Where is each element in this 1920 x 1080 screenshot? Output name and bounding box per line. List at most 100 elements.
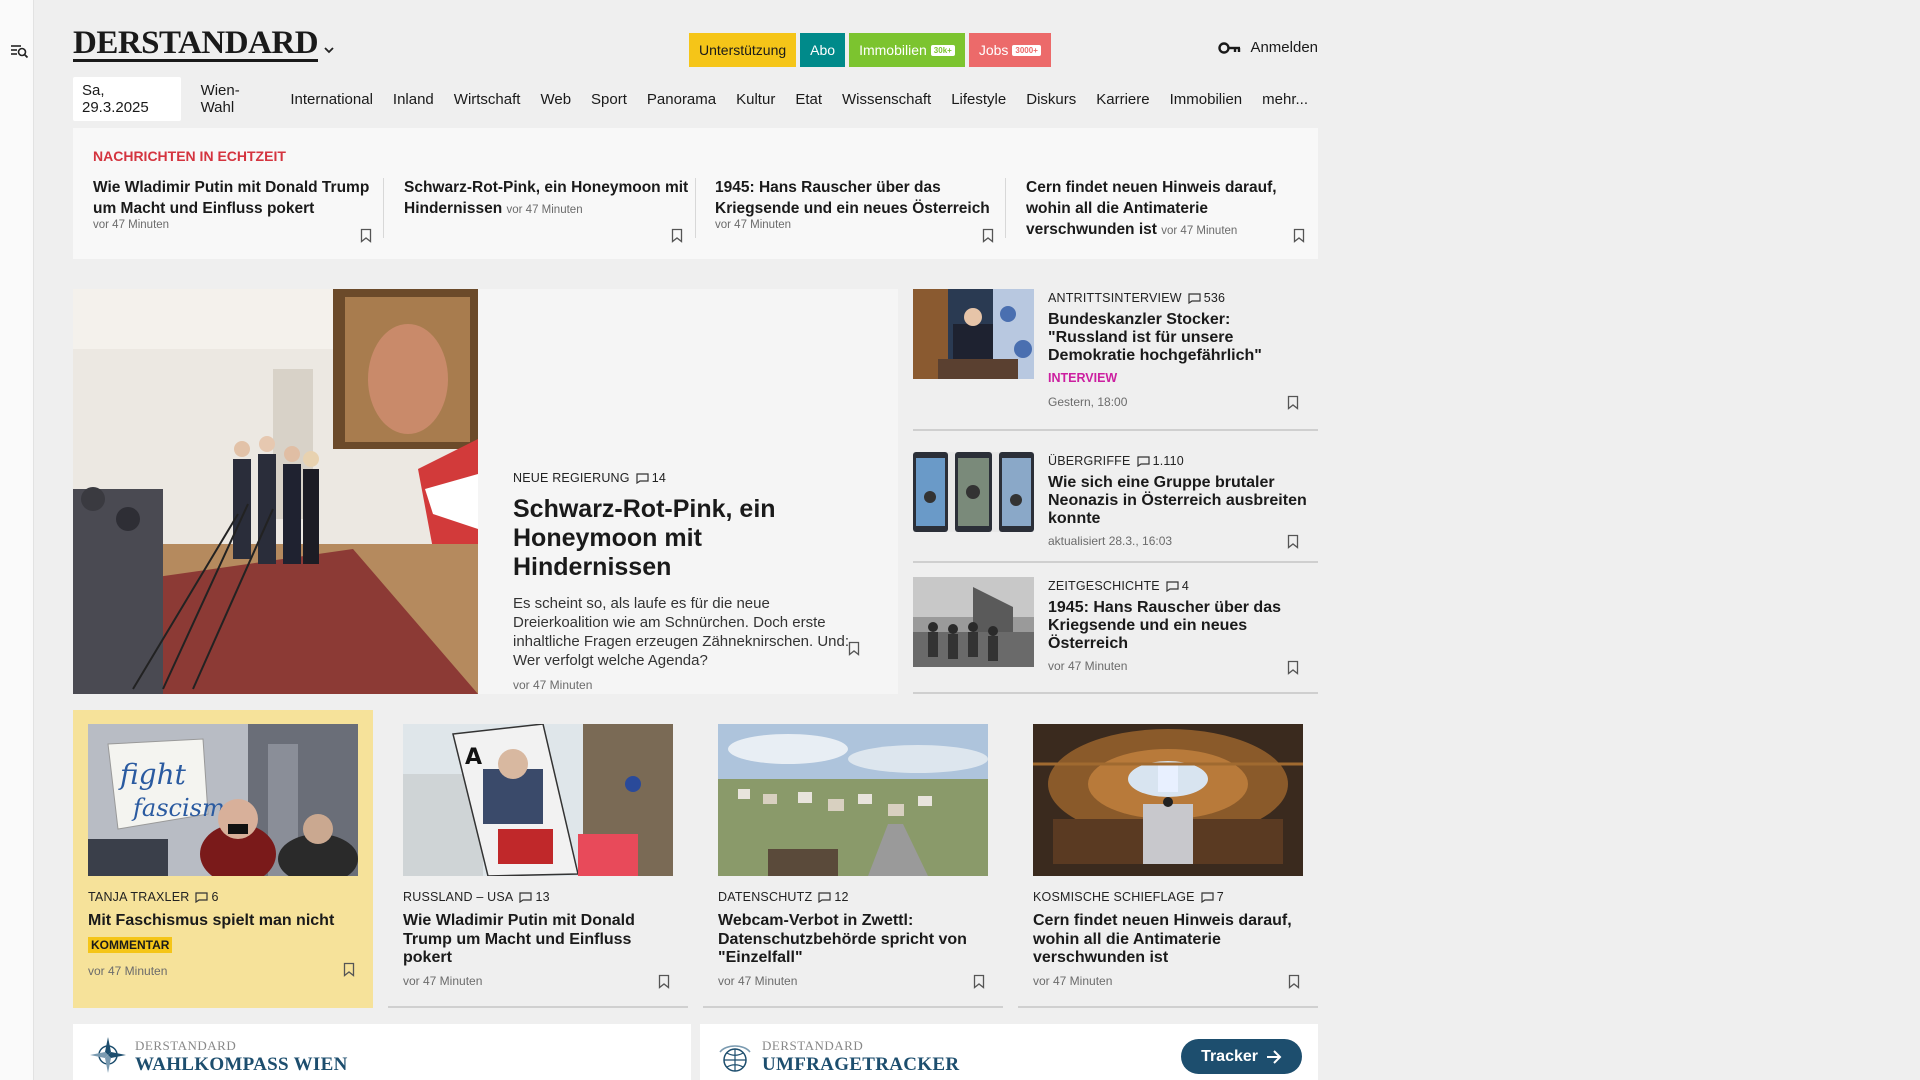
side-article[interactable]: ANTRITTSINTERVIEW 536 Bundeskanzler Stoc… [913, 289, 1318, 429]
bookmark-icon[interactable] [1288, 974, 1300, 989]
nav-item-panorama[interactable]: Panorama [637, 91, 726, 108]
side-article-body: ÜBERGRIFFE 1.110 Wie sich eine Gruppe br… [1048, 454, 1308, 548]
nav-item-web[interactable]: Web [530, 91, 581, 108]
pill-tag: 30k+ [930, 44, 955, 56]
bookmark-icon[interactable] [658, 974, 670, 989]
side-article[interactable]: ÜBERGRIFFE 1.110 Wie sich eine Gruppe br… [913, 452, 1318, 562]
bookmark-icon[interactable] [343, 962, 355, 977]
article-title[interactable]: 1945: Hans Rauscher über das Kriegsende … [1048, 599, 1308, 653]
comment-count[interactable]: 12 [818, 890, 848, 904]
side-divider [913, 561, 1318, 563]
article-title[interactable]: Wie Wladimir Putin mit Donald Trump um M… [403, 912, 678, 968]
nav-item-lifestyle[interactable]: Lifestyle [941, 91, 1016, 108]
live-news-title: Cern findet neuen Hinweis darauf, wohin … [1026, 179, 1277, 238]
live-news-time: vor 47 Minuten [715, 219, 792, 231]
live-news-box: NACHRICHTEN IN ECHTZEIT Wie Wladimir Put… [73, 128, 1318, 259]
article-title[interactable]: Wie sich eine Gruppe brutaler Neonazis i… [1048, 474, 1308, 528]
side-article[interactable]: ZEITGESCHICHTE 4 1945: Hans Rauscher übe… [913, 577, 1318, 693]
hero-image [73, 289, 478, 694]
hero-article[interactable]: NEUE REGIERUNG 14 Schwarz-Rot-Pink, ein … [73, 289, 898, 694]
site-logo[interactable]: DERSTANDARD [73, 27, 319, 62]
tracker-button[interactable]: Tracker [1181, 1039, 1302, 1074]
nav-item-wirtschaft[interactable]: Wirtschaft [444, 91, 531, 108]
promo-brand: DERSTANDARD [135, 1038, 237, 1053]
article-kicker: RUSSLAND – USA 13 [403, 890, 678, 904]
article-image: A [403, 724, 673, 876]
menu-search-icon[interactable] [9, 42, 29, 60]
nav-item-more[interactable]: mehr... [1252, 91, 1318, 108]
nav-item-wien-wahl[interactable]: Wien-Wahl [191, 82, 281, 116]
arrow-right-icon [1267, 1049, 1282, 1064]
bookmark-icon[interactable] [360, 228, 372, 243]
nav-item-etat[interactable]: Etat [785, 91, 832, 108]
login-button[interactable]: Anmelden [1218, 39, 1318, 56]
hero-title[interactable]: Schwarz-Rot-Pink, ein Honeymoon mit Hind… [513, 495, 863, 582]
side-divider [913, 692, 1318, 694]
comment-icon [1136, 455, 1150, 467]
umfragetracker-promo[interactable]: DERSTANDARD UMFRAGETRACKER Tracker [700, 1024, 1318, 1080]
live-news-title: Wie Wladimir Putin mit Donald Trump um M… [93, 179, 370, 217]
comment-count[interactable]: 1.110 [1136, 454, 1184, 468]
hero-kicker-label: NEUE REGIERUNG [513, 471, 630, 485]
article-card[interactable]: A RUSSLAND – USA 13 Wie Wladimir Putin m… [388, 710, 688, 1008]
bookmark-icon[interactable] [982, 228, 994, 243]
nav-item-wissenschaft[interactable]: Wissenschaft [832, 91, 941, 108]
svg-text:fight: fight [118, 758, 187, 791]
comment-count[interactable]: 7 [1201, 890, 1224, 904]
nav-item-karriere[interactable]: Karriere [1086, 91, 1159, 108]
comment-icon [195, 891, 209, 903]
live-news-item[interactable]: Cern findet neuen Hinweis darauf, wohin … [1026, 177, 1317, 243]
article-title[interactable]: Bundeskanzler Stocker: "Russland ist für… [1048, 311, 1308, 365]
bookmark-icon[interactable] [1293, 228, 1305, 243]
nav-item-inland[interactable]: Inland [383, 91, 444, 108]
article-title[interactable]: Webcam-Verbot in Zwettl: Datenschutzbehö… [718, 912, 993, 968]
comment-count-value: 7 [1216, 890, 1224, 904]
article-card[interactable]: DATENSCHUTZ 12 Webcam-Verbot in Zwettl: … [703, 710, 1003, 1008]
article-kicker: ANTRITTSINTERVIEW 536 [1048, 291, 1308, 305]
live-news-time: vor 47 Minuten [93, 219, 170, 231]
article-kicker-label: ANTRITTSINTERVIEW [1048, 291, 1182, 305]
live-news-item[interactable]: Schwarz-Rot-Pink, ein Honeymoon mit Hind… [404, 177, 695, 243]
article-card[interactable]: KOSMISCHE SCHIEFLAGE 7 Cern findet neuen… [1018, 710, 1318, 1008]
comment-count[interactable]: 4 [1166, 579, 1189, 593]
bookmark-icon[interactable] [1287, 395, 1299, 410]
pill-label: Jobs [978, 42, 1009, 58]
comment-count[interactable]: 536 [1188, 291, 1225, 305]
article-card[interactable]: fight fascism TANJA TRAXLER 6 Mit Faschi… [73, 710, 373, 1008]
main-nav: Sa, 29.3.2025 Wien-Wahl International In… [73, 77, 1318, 121]
nav-item-sport[interactable]: Sport [581, 91, 637, 108]
wahlkompass-promo[interactable]: DERSTANDARD WAHLKOMPASS WIEN [73, 1024, 691, 1080]
article-title[interactable]: Cern findet neuen Hinweis darauf, wohin … [1033, 912, 1308, 968]
side-divider [913, 429, 1318, 431]
nav-item-diskurs[interactable]: Diskurs [1016, 91, 1086, 108]
bookmark-icon[interactable] [1287, 660, 1299, 675]
card-body: DATENSCHUTZ 12 Webcam-Verbot in Zwettl: … [718, 890, 993, 988]
support-pill[interactable]: Unterstützung [689, 33, 797, 67]
hero-time: vor 47 Minuten [513, 678, 593, 692]
svg-text:A: A [465, 745, 482, 770]
bookmark-icon[interactable] [671, 228, 683, 243]
comment-count[interactable]: 13 [519, 890, 550, 904]
immobilien-pill[interactable]: Immobilien 30k+ [849, 33, 965, 67]
comment-count[interactable]: 6 [195, 890, 218, 904]
svg-text:fascism: fascism [131, 794, 225, 822]
bookmark-icon[interactable] [1287, 534, 1299, 549]
pill-label: Abo [810, 42, 836, 58]
comment-count-value: 14 [651, 471, 667, 485]
promo-brand: DERSTANDARD [762, 1038, 864, 1053]
nav-item-immobilien[interactable]: Immobilien [1160, 91, 1253, 108]
side-article-body: ANTRITTSINTERVIEW 536 Bundeskanzler Stoc… [1048, 291, 1308, 409]
bookmark-icon[interactable] [848, 641, 860, 656]
article-title[interactable]: Mit Faschismus spielt man nicht [88, 912, 363, 931]
live-news-item[interactable]: Wie Wladimir Putin mit Donald Trump um M… [93, 177, 384, 243]
live-news-item[interactable]: 1945: Hans Rauscher über das Kriegsende … [715, 177, 1006, 243]
nav-item-kultur[interactable]: Kultur [726, 91, 785, 108]
article-time: aktualisiert 28.3., 16:03 [1048, 534, 1173, 548]
bookmark-icon[interactable] [973, 974, 985, 989]
nav-item-international[interactable]: International [280, 91, 383, 108]
abo-pill[interactable]: Abo [800, 33, 846, 67]
article-time: Gestern, 18:00 [1048, 395, 1128, 409]
chevron-down-icon[interactable] [321, 43, 337, 57]
jobs-pill[interactable]: Jobs 3000+ [968, 33, 1051, 67]
comment-count[interactable]: 14 [636, 471, 666, 485]
